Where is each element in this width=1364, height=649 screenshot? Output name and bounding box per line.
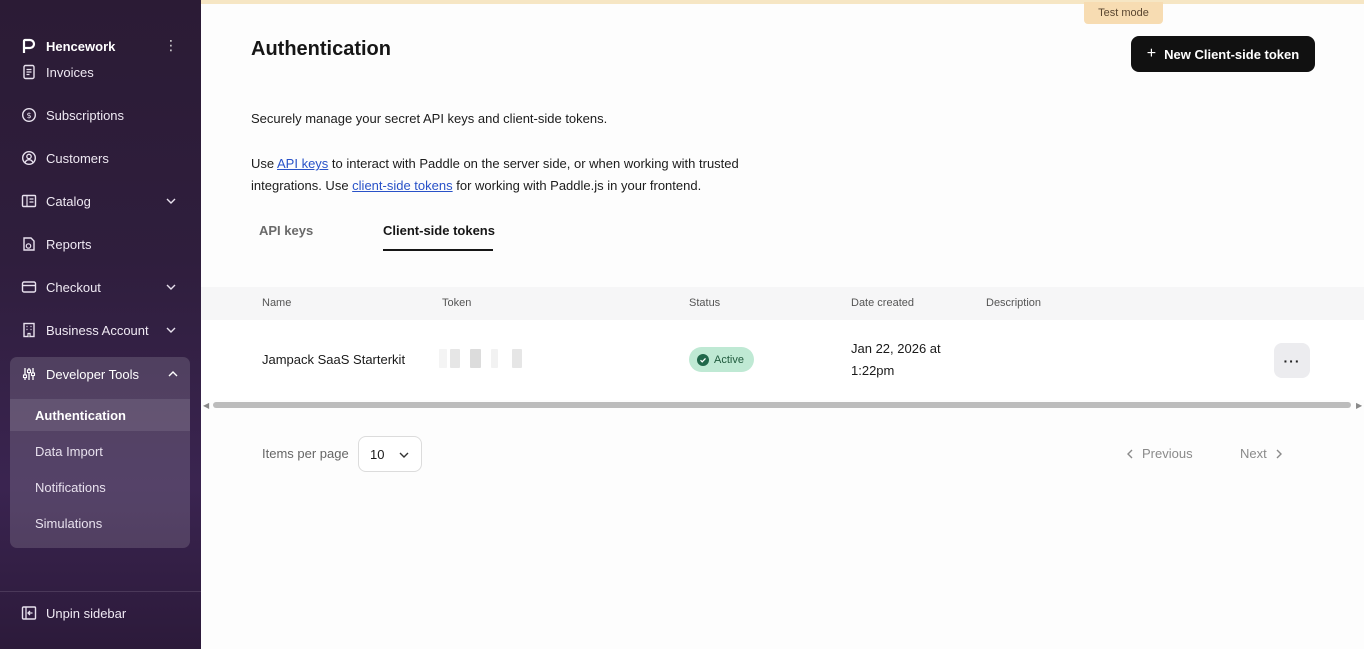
reports-icon: [20, 235, 38, 253]
date-created: Jan 22, 2026 at 1:22pm: [851, 338, 941, 382]
previous-page-button[interactable]: Previous: [1125, 446, 1193, 461]
sidebar-subitem-authentication[interactable]: Authentication: [10, 399, 190, 431]
button-label: New Client-side token: [1164, 46, 1300, 62]
catalog-icon: [20, 192, 38, 210]
sidebar-item-label: Business Account: [46, 322, 149, 338]
chevron-left-icon: [1127, 449, 1133, 458]
column-header-description: Description: [986, 297, 1042, 309]
paddle-logo-icon: [22, 38, 36, 53]
new-client-side-token-button[interactable]: + New Client-side token: [1131, 36, 1315, 72]
sidebar-item-label: Customers: [46, 150, 109, 166]
next-label: Next: [1240, 446, 1267, 461]
sidebar: Hencework ⋮ Invoices $ Subscriptions Cus…: [0, 0, 201, 649]
status-label: Active: [714, 353, 744, 366]
text-fragment: Use: [251, 156, 278, 171]
table-row[interactable]: Jampack SaaS Starterkit Active Jan 22, 2…: [201, 320, 1364, 400]
sidebar-item-label: Catalog: [46, 193, 91, 209]
description-text: Securely manage your secret API keys and…: [251, 111, 608, 126]
chevron-up-icon: [168, 371, 178, 377]
sliders-icon: [20, 365, 38, 383]
client-side-tokens-link[interactable]: client-side tokens: [352, 178, 452, 193]
table-header: Name Token Status Date created Descripti…: [201, 287, 1364, 320]
page-title: Authentication: [251, 38, 391, 60]
token-name: Jampack SaaS Starterkit: [262, 352, 406, 367]
scroll-right-icon[interactable]: ▶: [1356, 401, 1362, 410]
workspace-name: Hencework: [46, 38, 116, 54]
building-icon: [20, 321, 38, 339]
sidebar-item-reports[interactable]: Reports: [20, 233, 188, 255]
masked-token: [439, 349, 525, 368]
ellipsis-icon: ···: [1283, 352, 1301, 369]
sidebar-subitem-simulations[interactable]: Simulations: [10, 507, 190, 539]
sidebar-subitem-data-import[interactable]: Data Import: [10, 435, 190, 467]
row-actions-button[interactable]: ···: [1274, 343, 1310, 378]
column-header-status: Status: [689, 297, 721, 309]
active-tab-indicator: [383, 249, 493, 251]
chevron-down-icon: [166, 327, 176, 333]
chevron-down-icon: [166, 198, 176, 204]
next-page-button[interactable]: Next: [1240, 446, 1284, 461]
chevron-down-icon: [166, 284, 176, 290]
check-circle-icon: [697, 353, 709, 366]
credit-card-icon: [20, 278, 38, 296]
date-line: Jan 22, 2026 at: [851, 341, 941, 356]
sidebar-item-customers[interactable]: Customers: [20, 147, 188, 169]
test-mode-stripe: [201, 0, 1364, 4]
unpin-section: Unpin sidebar: [0, 591, 201, 633]
sidebar-item-label: Developer Tools: [46, 366, 139, 382]
tab-api-keys[interactable]: API keys: [259, 223, 313, 238]
unpin-sidebar-button[interactable]: Unpin sidebar: [20, 602, 188, 624]
sidebar-item-catalog[interactable]: Catalog: [20, 190, 188, 212]
chevron-down-icon: [399, 452, 409, 458]
plus-icon: +: [1146, 45, 1157, 62]
sidebar-item-subscriptions[interactable]: $ Subscriptions: [20, 104, 188, 126]
items-per-page-select[interactable]: 10: [358, 436, 422, 472]
api-keys-link[interactable]: API keys: [277, 156, 328, 171]
sidebar-item-label: Invoices: [46, 64, 94, 80]
column-header-token: Token: [442, 297, 472, 309]
developer-tools-group: Developer Tools Authentication Data Impo…: [10, 357, 190, 548]
user-icon: [20, 149, 38, 167]
time-line: 1:22pm: [851, 363, 895, 378]
test-mode-badge: Test mode: [1084, 2, 1163, 24]
selected-value: 10: [370, 446, 385, 462]
sidebar-item-label: Subscriptions: [46, 107, 125, 123]
unpin-label: Unpin sidebar: [46, 605, 127, 621]
kebab-menu-icon[interactable]: ⋮: [164, 37, 178, 53]
sidebar-item-business-account[interactable]: Business Account: [20, 319, 188, 341]
column-header-name: Name: [262, 297, 292, 309]
sidebar-item-developer-tools[interactable]: Developer Tools: [20, 363, 180, 385]
sidebar-collapse-icon: [20, 604, 38, 622]
sidebar-subitem-notifications[interactable]: Notifications: [10, 471, 190, 503]
text-fragment: for working with Paddle.js in your front…: [452, 178, 702, 193]
workspace-switcher[interactable]: Hencework ⋮: [22, 36, 182, 56]
sidebar-item-label: Checkout: [46, 279, 101, 295]
sidebar-item-label: Reports: [46, 236, 92, 252]
invoice-icon: [20, 63, 38, 81]
svg-text:$: $: [26, 111, 31, 120]
scrollbar-thumb[interactable]: [213, 402, 1351, 408]
scroll-left-icon[interactable]: ◀: [203, 401, 209, 410]
items-per-page-label: Items per page: [262, 446, 349, 461]
status-badge: Active: [689, 347, 754, 372]
previous-label: Previous: [1142, 446, 1193, 461]
sidebar-item-invoices[interactable]: Invoices: [20, 61, 188, 83]
sidebar-item-checkout[interactable]: Checkout: [20, 276, 188, 298]
tab-client-side-tokens[interactable]: Client-side tokens: [383, 223, 495, 238]
horizontal-scrollbar[interactable]: ◀ ▶: [201, 400, 1364, 410]
dollar-cycle-icon: $: [20, 106, 38, 124]
description-links-text: Use API keys to interact with Paddle on …: [251, 153, 791, 197]
column-header-date-created: Date created: [851, 297, 914, 309]
chevron-right-icon: [1276, 449, 1282, 458]
